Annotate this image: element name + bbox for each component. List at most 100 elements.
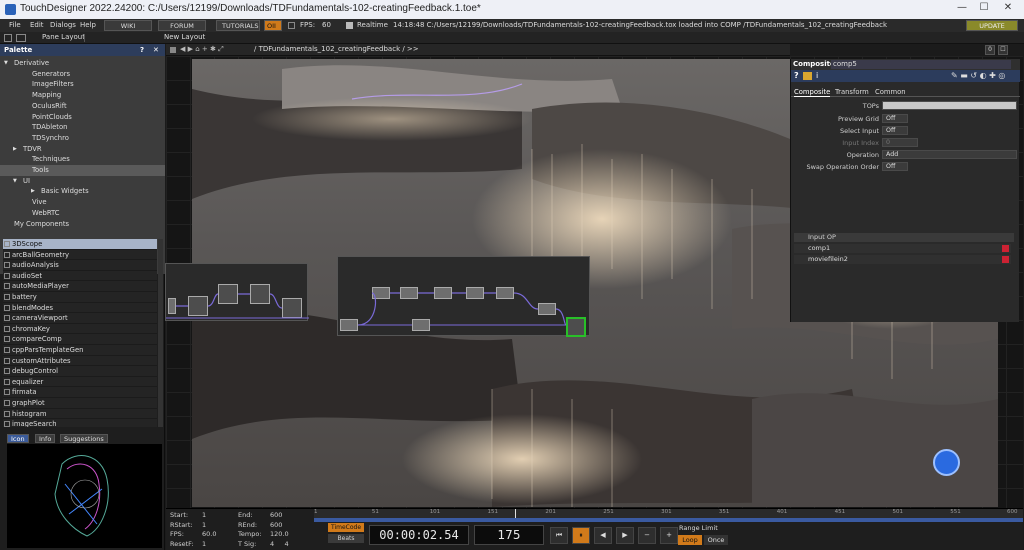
decrease-button[interactable]: − [638, 527, 656, 544]
component-item[interactable]: cppParsTemplateGen [3, 345, 157, 356]
close-button[interactable]: ✕ [998, 2, 1018, 16]
network-zero-button[interactable]: 0 [985, 45, 995, 55]
pin-icon[interactable] [4, 34, 12, 42]
palette-category[interactable]: ▶ TDVR [0, 144, 165, 155]
new-layout-button[interactable]: New Layout [164, 33, 205, 41]
palette-category[interactable]: ▼ Derivative [0, 58, 165, 69]
component-item[interactable]: firmata [3, 387, 157, 398]
component-item[interactable]: chromaKey [3, 324, 157, 335]
python-icon[interactable] [803, 72, 812, 80]
realtime-checkbox[interactable] [346, 22, 353, 29]
record-circle-icon[interactable] [933, 449, 960, 476]
component-item[interactable]: 3DScope [3, 239, 157, 250]
param-value[interactable]: Off [882, 126, 908, 135]
timeline-info-value[interactable]: 1 [202, 521, 206, 529]
component-item[interactable]: compareComp [3, 334, 157, 345]
expand-arrow-icon[interactable]: ▶ [31, 186, 35, 197]
range-bar[interactable] [314, 518, 1023, 522]
param-tool-icons[interactable]: ✎ ▬ ↺ ◐ ✚ ◎ [951, 71, 1005, 80]
component-item[interactable]: cameraViewport [3, 313, 157, 324]
help-icon[interactable]: ? [794, 71, 799, 80]
palette-category[interactable]: Vive [0, 197, 165, 208]
expand-arrow-icon[interactable]: ▼ [4, 58, 8, 69]
loop-button[interactable]: Loop [678, 535, 702, 545]
timeline-info-value[interactable]: 600 [270, 521, 282, 529]
param-value[interactable]: Add [882, 150, 1017, 159]
palette-category[interactable]: TDAbleton [0, 122, 165, 133]
update-button[interactable]: UPDATE [966, 20, 1018, 31]
step-back-button[interactable]: ◀ [594, 527, 612, 544]
palette-category[interactable]: ▶ Basic Widgets [0, 186, 165, 197]
timecode-display[interactable]: 00:00:02.54 [369, 525, 469, 545]
palette-category[interactable]: ImageFilters [0, 79, 165, 90]
component-item[interactable]: blendModes [3, 303, 157, 314]
palette-category[interactable]: Techniques [0, 154, 165, 165]
playhead[interactable] [515, 509, 517, 518]
pane-layout-label[interactable]: Pane Layout [42, 33, 85, 41]
frame-display[interactable]: 175 [474, 525, 544, 545]
step-forward-button[interactable]: ▶ [616, 527, 634, 544]
network-box-right[interactable] [337, 256, 590, 337]
palette-category[interactable]: Tools [0, 165, 165, 176]
maximize-button[interactable]: ☐ [974, 2, 994, 16]
component-list-scrollbar[interactable] [158, 239, 163, 427]
component-item[interactable]: battery [3, 292, 157, 303]
network-path[interactable]: / TDFundamentals_102_creatingFeedback / … [254, 45, 419, 53]
timeline-ruler[interactable]: 1 51 101 151 201 251 301 351 401 451 501 551 600 [314, 509, 1023, 518]
component-item[interactable]: graphPlot [3, 398, 157, 409]
tab-suggestions[interactable]: Suggestions [60, 434, 108, 443]
forum-button[interactable]: FORUM [158, 20, 206, 31]
network-box-left[interactable] [165, 263, 309, 321]
remove-input-icon[interactable] [1002, 256, 1009, 263]
rewind-button[interactable]: ⏮ [550, 527, 568, 544]
component-item[interactable]: customAttributes [3, 356, 157, 367]
component-item[interactable]: debugControl [3, 366, 157, 377]
timeline-info-value[interactable]: 600 [270, 511, 282, 519]
component-item[interactable]: audioSet [3, 271, 157, 282]
timeline-info-value[interactable]: 4 4 [270, 540, 289, 548]
wiki-button[interactable]: WIKI [104, 20, 152, 31]
palette-category[interactable]: Mapping [0, 90, 165, 101]
palette-category[interactable]: OculusRift [0, 101, 165, 112]
expand-arrow-icon[interactable]: ▶ [13, 144, 17, 155]
palette-category[interactable]: PointClouds [0, 112, 165, 123]
pause-button[interactable]: ⏸ [572, 527, 590, 544]
remove-input-icon[interactable] [1002, 245, 1009, 252]
tab-icon[interactable]: Icon [7, 434, 29, 443]
palette-category[interactable]: WebRTC [0, 208, 165, 219]
component-item[interactable]: equalizer [3, 377, 157, 388]
menu-dialogs[interactable]: Dialogs [50, 21, 76, 29]
network-maximize-button[interactable]: ☐ [998, 45, 1008, 55]
increase-button[interactable]: + [660, 527, 678, 544]
timeline-info-value[interactable]: 120.0 [270, 530, 289, 538]
input-op-row[interactable]: moviefilein2 [794, 255, 1011, 264]
palette-category[interactable]: My Components [0, 219, 165, 230]
menu-file[interactable]: File [9, 21, 21, 29]
once-button[interactable]: Once [704, 535, 728, 545]
component-item[interactable]: histogram [3, 409, 157, 420]
tab-common[interactable]: Common [875, 88, 906, 96]
param-value[interactable]: Off [882, 162, 908, 171]
fps-checkbox[interactable] [288, 22, 295, 29]
component-item[interactable]: audioAnalysis [3, 260, 157, 271]
expand-arrow-icon[interactable]: ▼ [13, 176, 17, 187]
tab-composite[interactable]: Composite [794, 88, 831, 97]
oii-indicator[interactable]: OII [264, 20, 282, 31]
palette-help-button[interactable]: ? [140, 46, 144, 54]
palette-close-button[interactable]: ✕ [153, 46, 159, 54]
param-value[interactable]: 0 [882, 138, 918, 147]
menu-icon[interactable] [170, 47, 176, 53]
param-value[interactable] [882, 101, 1017, 110]
op-name-field[interactable]: comp5 [831, 60, 1011, 69]
tutorials-button[interactable]: TUTORIALS [216, 20, 260, 31]
component-item[interactable]: autoMediaPlayer [3, 281, 157, 292]
palette-category[interactable]: Generators [0, 69, 165, 80]
panel-icon[interactable] [16, 34, 26, 42]
menu-help[interactable]: Help [80, 21, 96, 29]
timeline-info-value[interactable]: 1 [202, 511, 206, 519]
timecode-toggle[interactable]: TimeCode [328, 523, 364, 532]
nav-icons[interactable]: ◀ ▶ ⌂ + ✱ ⤢ [180, 45, 224, 54]
input-op-row[interactable]: comp1 [794, 244, 1011, 253]
tab-transform[interactable]: Transform [835, 88, 869, 96]
tab-info[interactable]: Info [35, 434, 56, 443]
